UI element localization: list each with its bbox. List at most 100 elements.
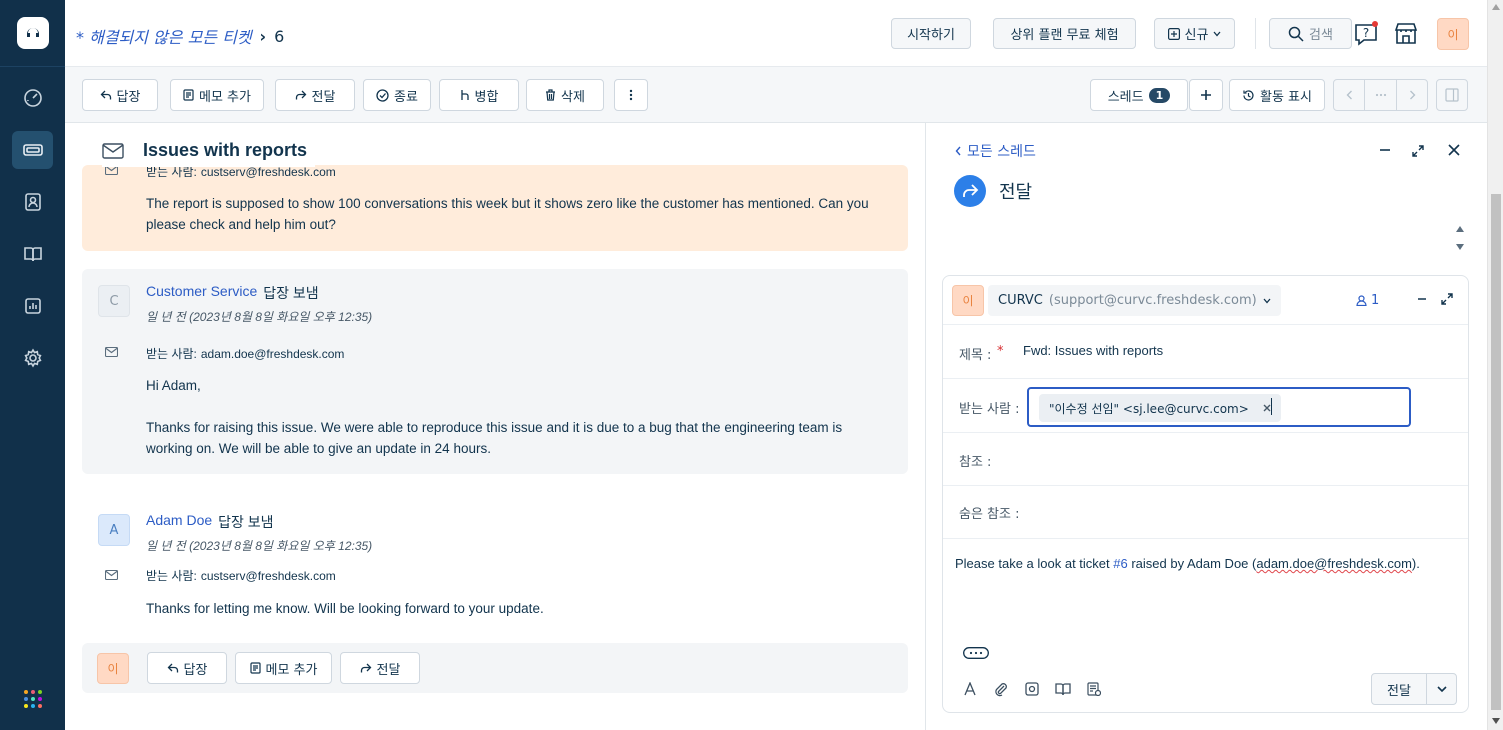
nav-tickets-icon[interactable] [12,131,53,169]
forward-arrow-icon [360,662,372,674]
more-actions-button[interactable] [614,79,648,111]
cc-row[interactable]: 참조 : [943,433,1468,486]
search-icon [1288,26,1304,42]
all-threads-back-link[interactable]: 모든 스레드 [955,141,1036,161]
add-note-label: 메모 추가 [199,89,251,105]
show-activity-button[interactable]: 활동 표시 [1229,79,1325,111]
add-note-button[interactable]: 메모 추가 [170,79,264,111]
remove-chip-x-icon[interactable] [1263,404,1271,412]
scroll-down-icon[interactable] [1492,718,1500,724]
conversation-pane: 받는 사람: custserv@freshdesk.com The report… [65,123,925,730]
scroll-down-arrow-icon[interactable] [1456,244,1464,250]
from-email: (support@curvc.freshdesk.com) [1048,293,1257,308]
new-dropdown-button[interactable]: 신규 [1154,18,1235,49]
forward-title: 전달 [999,182,1033,203]
forward-composer: 이 CURVC (support@curvc.freshdesk.com) 1 … [942,275,1469,713]
sender-action: 답장 보냄 [263,285,319,301]
composer-expand-icon[interactable] [1440,292,1454,306]
get-started-button[interactable]: 시작하기 [891,18,971,49]
mail-icon [105,570,118,580]
canned-response-icon[interactable] [1025,682,1039,696]
show-quoted-text-icon[interactable] [963,647,989,659]
chip-email: <sj.lee@curvc.com> [1122,401,1249,416]
ticket-subject: Issues with reports [143,140,308,160]
nav-admin-gear-icon[interactable] [12,339,53,377]
ticket-link[interactable]: #6 [1113,556,1127,571]
composer-avatar: 이 [952,285,984,316]
reply-button-bottom[interactable]: 답장 [147,652,227,684]
user-avatar[interactable]: 이 [1437,18,1469,50]
close-ticket-label: 종료 [394,89,418,105]
close-icon[interactable] [1448,144,1460,156]
from-select[interactable]: CURVC (support@curvc.freshdesk.com) [988,285,1281,316]
required-asterisk: * [997,344,1004,359]
page-scrollbar[interactable] [1487,0,1503,730]
scrollbar-thumb[interactable] [1491,194,1501,710]
breadcrumb-view-link[interactable]: * 해결되지 않은 모든 티켓 [76,24,252,48]
nav-contacts-icon[interactable] [12,183,53,221]
reply-arrow-icon [100,89,112,101]
subject-input[interactable]: Fwd: Issues with reports [1023,343,1163,358]
composer-minimize-icon[interactable] [1417,294,1427,304]
send-forward-button[interactable]: 전달 [1372,674,1427,704]
upgrade-trial-button[interactable]: 상위 플랜 무료 체험 [993,18,1136,49]
ticket-list-more-button[interactable] [1364,79,1397,111]
add-thread-button[interactable] [1189,79,1223,111]
chevron-right-icon [1409,90,1416,100]
template-list-icon[interactable] [1087,682,1101,696]
subject-label: 제목 : [959,348,992,363]
forward-button-bottom[interactable]: 전달 [340,652,420,684]
send-options-dropdown[interactable] [1427,674,1456,704]
sender-name[interactable]: Adam Doe [146,512,212,532]
sender-name[interactable]: Customer Service [146,283,257,303]
app-switcher-grid-icon[interactable] [23,689,43,709]
next-ticket-button[interactable] [1396,79,1428,111]
nav-dashboard-icon[interactable] [12,79,53,117]
solution-article-icon[interactable] [1055,682,1071,696]
search-button[interactable]: 검색 [1269,18,1352,49]
email-envelope-icon [102,142,124,159]
marketplace-store-icon[interactable] [1392,20,1422,48]
all-threads-label: 모든 스레드 [967,144,1036,160]
svg-text:?: ? [1363,26,1369,40]
minimize-icon[interactable] [1379,144,1391,156]
sender-action: 답장 보냄 [218,514,274,530]
forward-body-editor[interactable]: Please take a look at ticket #6 raised b… [955,556,1420,571]
message-card-adam-doe: A Adam Doe 답장 보냄 일 년 전 (2023년 8월 8일 화요일 … [82,498,908,628]
subject-row: 제목 : * Fwd: Issues with reports [943,325,1468,379]
more-horizontal-icon [1375,93,1387,97]
sender-line: Adam Doe 답장 보냄 [146,512,274,532]
sender-line: Customer Service 답장 보냄 [146,283,319,303]
reply-button[interactable]: 답장 [82,79,158,111]
merge-label: 병합 [474,89,499,105]
freshdesk-logo-icon[interactable] [17,17,49,49]
scroll-up-arrow-icon[interactable] [1456,226,1464,232]
attachment-paperclip-icon[interactable] [993,681,1009,697]
add-note-button-bottom[interactable]: 메모 추가 [235,652,332,684]
merge-button[interactable]: 병합 [439,79,519,111]
chip-text: "이수정 선임" <sj.lee@curvc.com> [1049,400,1249,417]
close-ticket-button[interactable]: 종료 [363,79,431,111]
recipient-line: 받는 사람: custserv@freshdesk.com [146,567,336,584]
forward-arrow-icon [295,89,307,101]
threads-count-badge: 1 [1148,87,1171,103]
delete-button[interactable]: 삭제 [526,79,604,111]
toggle-sidebar-button[interactable] [1436,79,1468,111]
left-nav [0,0,65,730]
help-icon[interactable]: ? [1352,20,1380,48]
previous-ticket-button[interactable] [1333,79,1365,111]
expand-icon[interactable] [1411,144,1425,158]
scroll-up-icon[interactable] [1492,4,1500,10]
trash-icon [545,89,556,101]
to-recipients-input[interactable]: "이수정 선임" <sj.lee@curvc.com> [1027,387,1411,427]
reply-arrow-icon [167,662,179,674]
forward-button[interactable]: 전달 [275,79,355,111]
bcc-row[interactable]: 숨은 참조 : [943,486,1468,539]
nav-reports-icon[interactable] [12,287,53,325]
agent-count-button[interactable]: 1 [1356,293,1379,308]
nav-knowledge-base-icon[interactable] [12,235,53,273]
forward-circle-icon [954,175,986,207]
delete-label: 삭제 [561,89,585,105]
threads-button[interactable]: 스레드 1 [1090,79,1188,111]
text-format-icon[interactable] [963,682,977,696]
